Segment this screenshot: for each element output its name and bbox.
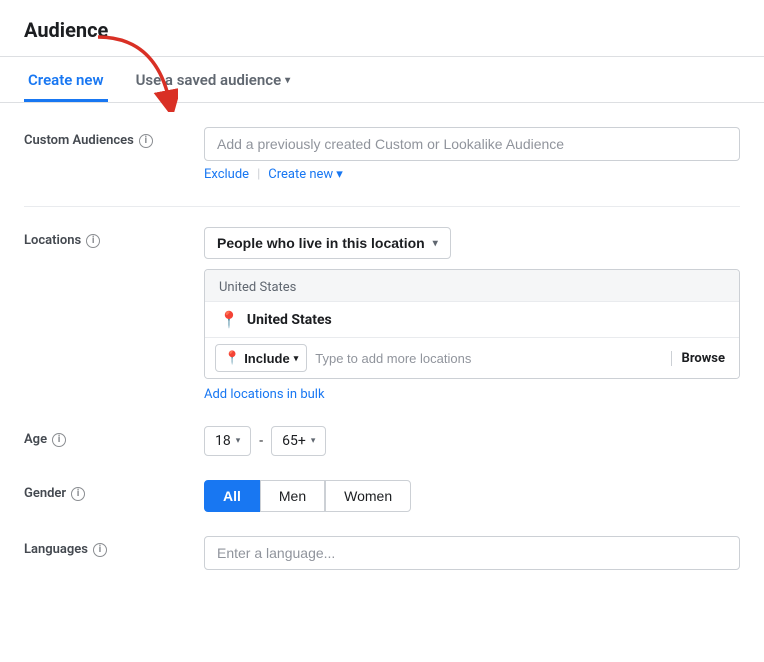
languages-input[interactable] bbox=[204, 536, 740, 570]
tab-create-new[interactable]: Create new bbox=[24, 57, 108, 102]
custom-audiences-input[interactable] bbox=[204, 127, 740, 161]
browse-button[interactable]: Browse bbox=[671, 351, 729, 366]
location-search-input[interactable] bbox=[315, 351, 666, 366]
languages-control bbox=[204, 536, 740, 570]
age-max-select[interactable]: 65+ ▾ bbox=[271, 426, 326, 456]
languages-row: Languages i bbox=[24, 536, 740, 570]
link-separator: | bbox=[257, 167, 260, 182]
age-selector: 18 ▾ - 65+ ▾ bbox=[204, 426, 740, 456]
custom-audiences-row: Custom Audiences i Exclude | Create new … bbox=[24, 127, 740, 182]
create-new-link[interactable]: Create new ▾ bbox=[268, 167, 342, 182]
gender-all-button[interactable]: All bbox=[204, 480, 260, 512]
tabs-bar: Create new Use a saved audience ▾ bbox=[0, 57, 764, 103]
gender-label: Gender i bbox=[24, 480, 204, 501]
location-item-us: 📍 United States bbox=[205, 302, 739, 338]
custom-audiences-control: Exclude | Create new ▾ bbox=[204, 127, 740, 182]
location-search-row: 📍 Include ▾ Browse bbox=[205, 338, 739, 378]
locations-row: Locations i People who live in this loca… bbox=[24, 227, 740, 402]
tab-use-saved[interactable]: Use a saved audience ▾ bbox=[132, 57, 295, 102]
gender-men-button[interactable]: Men bbox=[260, 480, 325, 512]
languages-info-icon[interactable]: i bbox=[93, 543, 107, 557]
age-dash: - bbox=[259, 433, 263, 449]
custom-audiences-label: Custom Audiences i bbox=[24, 127, 204, 148]
audience-links: Exclude | Create new ▾ bbox=[204, 167, 740, 182]
pin-icon: 📍 bbox=[219, 310, 239, 329]
locations-info-icon[interactable]: i bbox=[86, 234, 100, 248]
include-button[interactable]: 📍 Include ▾ bbox=[215, 344, 307, 372]
page-title: Audience bbox=[24, 18, 740, 42]
chevron-down-icon: ▾ bbox=[336, 167, 343, 182]
chevron-down-icon: ▾ bbox=[311, 436, 316, 446]
locations-label: Locations i bbox=[24, 227, 204, 248]
location-list-header: United States bbox=[205, 270, 739, 302]
gender-women-button[interactable]: Women bbox=[325, 480, 411, 512]
exclude-link[interactable]: Exclude bbox=[204, 167, 249, 182]
chevron-down-icon: ▾ bbox=[433, 238, 438, 249]
gender-row: Gender i All Men Women bbox=[24, 480, 740, 512]
age-min-select[interactable]: 18 ▾ bbox=[204, 426, 251, 456]
gender-info-icon[interactable]: i bbox=[71, 487, 85, 501]
pin-icon-include: 📍 bbox=[224, 350, 240, 366]
custom-audiences-info-icon[interactable]: i bbox=[139, 134, 153, 148]
divider-1 bbox=[24, 206, 740, 207]
age-row: Age i 18 ▾ - 65+ ▾ bbox=[24, 426, 740, 456]
age-control: 18 ▾ - 65+ ▾ bbox=[204, 426, 740, 456]
form-body: Custom Audiences i Exclude | Create new … bbox=[0, 103, 764, 618]
chevron-down-icon: ▾ bbox=[285, 75, 290, 86]
locations-control: People who live in this location ▾ Unite… bbox=[204, 227, 740, 402]
page-header: Audience bbox=[0, 0, 764, 57]
age-info-icon[interactable]: i bbox=[52, 433, 66, 447]
location-type-dropdown[interactable]: People who live in this location ▾ bbox=[204, 227, 451, 259]
gender-control: All Men Women bbox=[204, 480, 740, 512]
add-bulk-link[interactable]: Add locations in bulk bbox=[204, 387, 740, 402]
location-box: United States 📍 United States 📍 Include … bbox=[204, 269, 740, 379]
chevron-down-icon: ▾ bbox=[294, 353, 299, 364]
chevron-down-icon: ▾ bbox=[236, 436, 241, 446]
languages-label: Languages i bbox=[24, 536, 204, 557]
age-label: Age i bbox=[24, 426, 204, 447]
gender-selector: All Men Women bbox=[204, 480, 740, 512]
